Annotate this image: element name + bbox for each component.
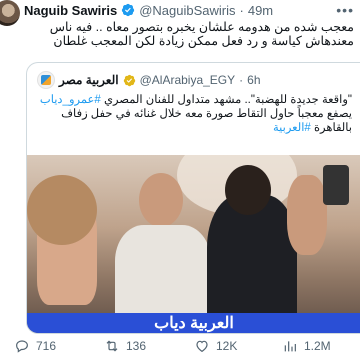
- tweet-actions: 716 136 12K 1.2M: [0, 338, 360, 356]
- figure-head-right: [225, 165, 271, 215]
- separator-dot: ·: [239, 2, 244, 18]
- views-button[interactable]: 1.2M: [282, 338, 331, 354]
- quoted-separator-dot: ·: [239, 73, 244, 87]
- author-name[interactable]: Naguib Sawiris: [24, 3, 117, 18]
- figure-arm-right: [287, 175, 327, 255]
- like-count: 12K: [216, 339, 238, 353]
- reply-button[interactable]: 716: [14, 338, 56, 354]
- verified-badge-icon: [122, 3, 135, 17]
- video-caption-bar: العربية دياب: [27, 313, 360, 333]
- tweet-header: Naguib Sawiris @NaguibSawiris · 49m: [24, 2, 273, 18]
- hashtag-amr-diab[interactable]: #عمرو_دياب: [40, 94, 101, 106]
- figure-hair-left: [27, 175, 97, 245]
- quoted-time[interactable]: 6h: [247, 73, 260, 87]
- quoted-header: العربية مصر @AlArabiya_EGY · 6h: [37, 71, 261, 89]
- views-count: 1.2M: [304, 339, 331, 353]
- quoted-avatar[interactable]: [37, 71, 55, 89]
- tweet-time[interactable]: 49m: [248, 3, 273, 18]
- figure-man-center-head: [139, 173, 183, 227]
- quoted-text-part1: "واقعة جديدة للهضبة".. مشهد متداول للفنا…: [100, 94, 352, 106]
- tweet-text: معجب شده من هدومه علشان يخبره بتصور معاه…: [49, 20, 354, 48]
- quoted-tweet[interactable]: العربية مصر @AlArabiya_EGY · 6h "واقعة ج…: [26, 62, 360, 334]
- quoted-author-name[interactable]: العربية مصر: [59, 73, 119, 87]
- heart-icon: [196, 340, 208, 353]
- retweet-count: 136: [126, 339, 147, 353]
- views-chart-icon: [284, 341, 296, 352]
- quoted-text: "واقعة جديدة للهضبة".. مشهد متداول للفنا…: [37, 93, 352, 135]
- author-handle[interactable]: @NaguibSawiris: [139, 3, 235, 18]
- hashtag-alarabiya[interactable]: #العربية: [273, 122, 311, 134]
- tweet-card[interactable]: Naguib Sawiris @NaguibSawiris · 49m ••• …: [0, 0, 360, 357]
- more-options-icon[interactable]: •••: [336, 2, 354, 18]
- quoted-handle[interactable]: @AlArabiya_EGY: [140, 73, 236, 87]
- like-button[interactable]: 12K: [194, 338, 237, 354]
- author-avatar[interactable]: [0, 0, 20, 26]
- reply-icon: [16, 340, 28, 353]
- gold-verified-icon: [123, 74, 135, 86]
- retweet-button[interactable]: 136: [104, 338, 146, 354]
- phone-right: [323, 165, 349, 205]
- retweet-icon: [106, 340, 118, 352]
- quoted-video-frame[interactable]: العربية دياب: [27, 155, 360, 333]
- reply-count: 716: [36, 339, 57, 353]
